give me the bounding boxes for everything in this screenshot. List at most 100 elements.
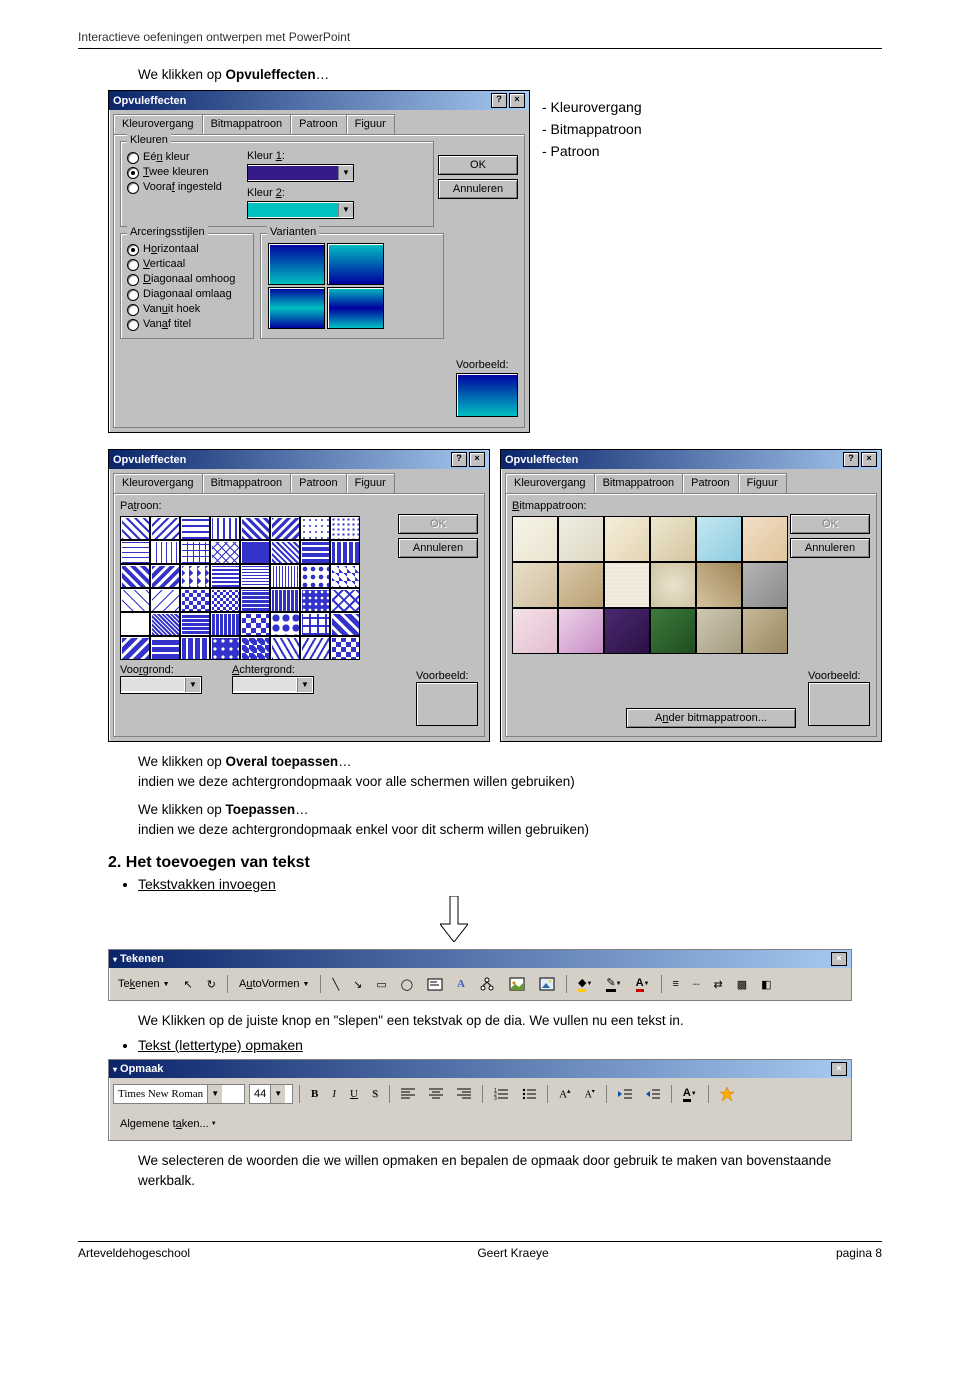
rotate-icon[interactable]: ↻	[202, 971, 221, 997]
align-center-icon[interactable]	[424, 1081, 448, 1107]
texture-swatch[interactable]	[696, 608, 742, 654]
tab-figuur[interactable]: Figuur	[346, 473, 395, 493]
color1-dropdown[interactable]: ▼	[247, 164, 354, 182]
clipart-icon[interactable]	[504, 971, 530, 997]
pattern-swatch[interactable]	[270, 612, 300, 636]
tab-patroon[interactable]: Patroon	[290, 114, 347, 134]
ok-button[interactable]: OK	[438, 155, 518, 175]
radio-verticaal[interactable]: Verticaal	[127, 257, 247, 272]
pattern-swatch[interactable]	[270, 588, 300, 612]
pattern-swatch[interactable]	[330, 612, 360, 636]
pattern-swatch[interactable]	[120, 588, 150, 612]
help-icon[interactable]: ?	[451, 452, 467, 467]
pattern-swatch[interactable]	[270, 516, 300, 540]
pattern-swatch[interactable]	[300, 636, 330, 660]
font-color-icon[interactable]: A ▼	[678, 1081, 702, 1107]
fill-color-icon[interactable]: ◆ ▼	[573, 971, 597, 997]
radio-een-kleur[interactable]: Eén kleur	[127, 150, 247, 165]
help-icon[interactable]: ?	[843, 452, 859, 467]
pattern-swatch[interactable]	[120, 612, 150, 636]
increase-font-icon[interactable]: A▴	[554, 1081, 575, 1107]
align-left-icon[interactable]	[396, 1081, 420, 1107]
pattern-swatch[interactable]	[300, 612, 330, 636]
pattern-swatch[interactable]	[180, 636, 210, 660]
radio-vanaf-titel[interactable]: Vanaf titel	[127, 317, 247, 332]
pattern-swatch[interactable]	[180, 612, 210, 636]
variant-swatch[interactable]	[327, 243, 384, 285]
pattern-swatch[interactable]	[270, 636, 300, 660]
color2-dropdown[interactable]: ▼	[247, 201, 354, 219]
pattern-swatch[interactable]	[330, 540, 360, 564]
arrow-icon[interactable]: ↘	[348, 971, 367, 997]
pattern-swatch[interactable]	[150, 588, 180, 612]
texture-swatch[interactable]	[742, 516, 788, 562]
tab-patroon[interactable]: Patroon	[290, 473, 347, 493]
pattern-swatch[interactable]	[270, 540, 300, 564]
pattern-swatch[interactable]	[300, 564, 330, 588]
close-icon[interactable]: ×	[831, 952, 847, 966]
pattern-swatch[interactable]	[330, 564, 360, 588]
pattern-swatch[interactable]	[330, 636, 360, 660]
texture-swatch[interactable]	[558, 562, 604, 608]
texture-swatch[interactable]	[604, 516, 650, 562]
bold-button[interactable]: B	[306, 1081, 323, 1107]
texture-swatch[interactable]	[512, 562, 558, 608]
textbox-icon[interactable]	[422, 971, 448, 997]
pattern-swatch[interactable]	[240, 636, 270, 660]
pattern-swatch[interactable]	[180, 564, 210, 588]
shadow-icon[interactable]: ▩	[732, 971, 752, 997]
pattern-swatch[interactable]	[180, 516, 210, 540]
tab-figuur[interactable]: Figuur	[738, 473, 787, 493]
decrease-font-icon[interactable]: A▾	[580, 1081, 600, 1107]
texture-swatch[interactable]	[650, 516, 696, 562]
texture-swatch[interactable]	[742, 608, 788, 654]
close-icon[interactable]: ×	[831, 1062, 847, 1076]
close-icon[interactable]: ×	[469, 452, 485, 467]
foreground-dropdown[interactable]: ▼	[120, 676, 202, 694]
other-bitmap-button[interactable]: Ander bitmappatroon...	[626, 708, 796, 728]
align-right-icon[interactable]	[452, 1081, 476, 1107]
pattern-swatch[interactable]	[120, 516, 150, 540]
texture-swatch[interactable]	[512, 516, 558, 562]
pattern-swatch[interactable]	[120, 540, 150, 564]
arrow-style-icon[interactable]: ⇄	[709, 971, 728, 997]
pattern-swatch[interactable]	[210, 636, 240, 660]
tab-figuur[interactable]: Figuur	[346, 114, 395, 134]
pattern-swatch[interactable]	[240, 588, 270, 612]
pattern-swatch[interactable]	[300, 588, 330, 612]
cancel-button[interactable]: Annuleren	[790, 538, 870, 558]
design-icon[interactable]	[715, 1081, 739, 1107]
pattern-swatch[interactable]	[120, 564, 150, 588]
diagram-icon[interactable]	[474, 971, 500, 997]
variant-swatch[interactable]	[268, 287, 325, 329]
pattern-swatch[interactable]	[240, 540, 270, 564]
numbering-icon[interactable]: 123	[489, 1081, 513, 1107]
pattern-swatch[interactable]	[210, 564, 240, 588]
radio-vooraf[interactable]: Vooraf ingesteld	[127, 180, 247, 195]
pattern-swatch[interactable]	[330, 516, 360, 540]
underline-button[interactable]: U	[345, 1081, 363, 1107]
pattern-swatch[interactable]	[150, 540, 180, 564]
pattern-swatch[interactable]	[210, 540, 240, 564]
radio-horizontaal[interactable]: Horizontaal	[127, 242, 247, 257]
pattern-swatch[interactable]	[120, 636, 150, 660]
pattern-swatch[interactable]	[240, 564, 270, 588]
background-dropdown[interactable]: ▼	[232, 676, 314, 694]
cancel-button[interactable]: Annuleren	[438, 179, 518, 199]
cancel-button[interactable]: Annuleren	[398, 538, 478, 558]
tab-kleurovergang[interactable]: Kleurovergang	[505, 473, 595, 493]
close-icon[interactable]: ×	[861, 452, 877, 467]
texture-swatch[interactable]	[696, 516, 742, 562]
texture-swatch[interactable]	[650, 608, 696, 654]
tab-bitmappatroon[interactable]: Bitmappatroon	[594, 473, 684, 493]
decrease-indent-icon[interactable]	[613, 1081, 637, 1107]
pattern-swatch[interactable]	[150, 516, 180, 540]
insert-picture-icon[interactable]	[534, 971, 560, 997]
texture-swatch[interactable]	[742, 562, 788, 608]
font-dropdown[interactable]: Times New Roman▼	[113, 1084, 245, 1104]
autoshapes-menu[interactable]: AutoVormen ▼	[234, 971, 315, 997]
increase-indent-icon[interactable]	[641, 1081, 665, 1107]
tab-bitmappatroon[interactable]: Bitmappatroon	[202, 473, 292, 493]
common-tasks-menu[interactable]: Algemene taken... ▼	[113, 1111, 224, 1137]
texture-swatch[interactable]	[558, 608, 604, 654]
